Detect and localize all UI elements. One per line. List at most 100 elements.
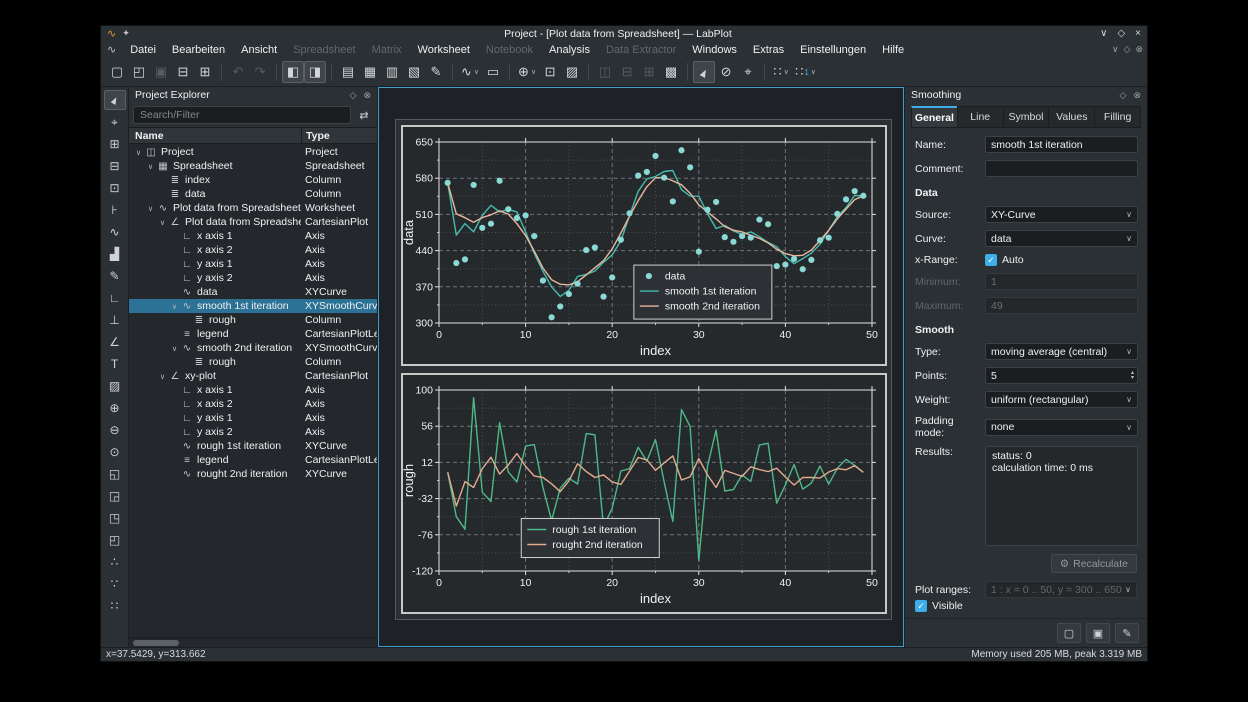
- close-button[interactable]: ×: [1135, 28, 1141, 39]
- tree-row-rough-1st-iteration[interactable]: ∿rough 1st iterationXYCurve: [129, 439, 377, 453]
- add-text-label-tool-button[interactable]: T: [104, 354, 126, 374]
- close-dock-icon[interactable]: ⊗: [363, 90, 371, 101]
- tree-row-rough[interactable]: ≣roughColumn: [129, 313, 377, 327]
- menu-datei[interactable]: Datei: [122, 43, 164, 57]
- scale-auto-x-tool-button[interactable]: ◱: [104, 464, 126, 484]
- print-button[interactable]: ⊟: [172, 61, 194, 83]
- select-tool-button[interactable]: ▲: [104, 90, 126, 110]
- menu-analysis[interactable]: Analysis: [541, 43, 598, 57]
- tree-row-x-axis-1[interactable]: ∟x axis 1Axis: [129, 229, 377, 243]
- menu-hilfe[interactable]: Hilfe: [874, 43, 912, 57]
- navigate-mode-button[interactable]: ⊘: [715, 61, 737, 83]
- crosshair-tool-button[interactable]: ⌖: [104, 112, 126, 132]
- plot2-container[interactable]: 01020304050-120-76-321256100indexroughro…: [401, 373, 887, 614]
- visible-checkbox[interactable]: ✓: [915, 600, 927, 612]
- zoom-select-tool-button[interactable]: ⊞: [104, 134, 126, 154]
- new-project-button[interactable]: ▢: [106, 61, 128, 83]
- scale-auto-tool-button[interactable]: ◳: [104, 508, 126, 528]
- worksheet-page[interactable]: 01020304050300370440510580650indexdatada…: [395, 119, 892, 620]
- plot1-container[interactable]: 01020304050300370440510580650indexdatada…: [401, 125, 887, 366]
- padding-mode-select[interactable]: none ∨: [985, 419, 1138, 436]
- expander-icon[interactable]: ∨: [169, 302, 180, 311]
- source-select[interactable]: XY-Curve ∨: [985, 206, 1138, 223]
- spin-down-icon[interactable]: ▾: [1131, 376, 1134, 381]
- export-worksheet-button[interactable]: ▨: [561, 61, 583, 83]
- tree-row-legend[interactable]: ≡legendCartesianPlotLegend: [129, 327, 377, 341]
- tree-row-spreadsheet[interactable]: ∨▦SpreadsheetSpreadsheet: [129, 159, 377, 173]
- menu-notebook[interactable]: Notebook: [478, 43, 541, 57]
- new-notebook-button[interactable]: ▧: [403, 61, 425, 83]
- scrollbar-thumb[interactable]: [133, 640, 179, 646]
- float-dock-icon[interactable]: ◇: [350, 90, 357, 101]
- expander-icon[interactable]: ∨: [145, 162, 156, 171]
- add-axis-custom-tool-button[interactable]: ∠: [104, 332, 126, 352]
- plot-range-selector-button[interactable]: ∷1∨: [792, 61, 819, 83]
- plot1-canvas[interactable]: 01020304050300370440510580650indexdatada…: [403, 127, 885, 364]
- scale-auto-y-tool-button[interactable]: ◲: [104, 486, 126, 506]
- add-image-tool-button[interactable]: ▨: [104, 376, 126, 396]
- toggle-properties-explorer-button[interactable]: ◨: [304, 61, 326, 83]
- tree-row-plot-data-from-spreadsheet[interactable]: ∨∿Plot data from SpreadsheetWorksheet: [129, 201, 377, 215]
- expander-icon[interactable]: ∨: [157, 372, 168, 381]
- tree-row-x-axis-1[interactable]: ∟x axis 1Axis: [129, 383, 377, 397]
- select-mode-button[interactable]: ▲: [693, 61, 715, 83]
- tree-row-rought-2nd-iteration[interactable]: ∿rought 2nd iterationXYCurve: [129, 467, 377, 481]
- recalculate-button[interactable]: ⚙ Recalculate: [1051, 554, 1137, 573]
- pin-icon[interactable]: ✦: [122, 28, 130, 39]
- mdi-restore-button[interactable]: ∨: [1112, 44, 1119, 55]
- column-header-type[interactable]: Type: [301, 128, 377, 143]
- zoom-in-tool-button[interactable]: ⊕: [104, 398, 126, 418]
- close-dock-icon[interactable]: ⊗: [1133, 90, 1141, 101]
- worksheet-view[interactable]: 01020304050300370440510580650indexdatada…: [378, 87, 904, 647]
- tree-row-legend[interactable]: ≡legendCartesianPlotLegend: [129, 453, 377, 467]
- cartesian-plot-mode-button[interactable]: ∷∨: [770, 61, 792, 83]
- add-xy-curve-tool-button[interactable]: ∿: [104, 222, 126, 242]
- zoom-out-tool-button[interactable]: ⊖: [104, 420, 126, 440]
- mdi-close-button[interactable]: ⊗: [1135, 44, 1143, 55]
- tree-row-index[interactable]: ≣indexColumn: [129, 173, 377, 187]
- zoom-origin-tool-button[interactable]: ⊙: [104, 442, 126, 462]
- fit-to-selection-button[interactable]: ⊡: [539, 61, 561, 83]
- open-project-button[interactable]: ◰: [128, 61, 150, 83]
- name-input[interactable]: [985, 136, 1138, 153]
- tree-row-xy-plot[interactable]: ∨∠xy-plotCartesianPlot: [129, 369, 377, 383]
- curve-select[interactable]: data ∨: [985, 230, 1138, 247]
- search-input[interactable]: [133, 106, 351, 124]
- comment-input[interactable]: [985, 160, 1138, 177]
- shift-right-tool-button[interactable]: ∴: [104, 552, 126, 572]
- window-visibility-button[interactable]: ▩: [660, 61, 682, 83]
- menu-data-extractor[interactable]: Data Extractor: [598, 43, 684, 57]
- save-template-button[interactable]: ▣: [1086, 623, 1110, 643]
- menu-ansicht[interactable]: Ansicht: [233, 43, 285, 57]
- new-spreadsheet-button[interactable]: ▤: [337, 61, 359, 83]
- load-template-button[interactable]: ▢: [1057, 623, 1081, 643]
- type-select[interactable]: moving average (central) ∨: [985, 343, 1138, 360]
- new-workbook-button[interactable]: ▥: [381, 61, 403, 83]
- tree-row-y-axis-1[interactable]: ∟y axis 1Axis: [129, 411, 377, 425]
- menu-spreadsheet[interactable]: Spreadsheet: [285, 43, 363, 57]
- new-datapicker-button[interactable]: ✎: [425, 61, 447, 83]
- expander-icon[interactable]: ∨: [133, 148, 144, 157]
- float-dock-icon[interactable]: ◇: [1120, 90, 1127, 101]
- expander-icon[interactable]: ∨: [145, 204, 156, 213]
- smoothing-titlebar[interactable]: Smoothing ◇ ⊗: [905, 87, 1147, 103]
- titlebar[interactable]: ∿ ✦ Project - [Plot data from Spreadshee…: [101, 26, 1147, 41]
- new-matrix-button[interactable]: ▦: [359, 61, 381, 83]
- shift-left-tool-button[interactable]: ◰: [104, 530, 126, 550]
- new-folder-button[interactable]: ▭: [482, 61, 504, 83]
- points-spinbox[interactable]: ▴ ▾: [985, 367, 1138, 384]
- add-axis-vertical-tool-button[interactable]: ⊥: [104, 310, 126, 330]
- new-worksheet-button[interactable]: ∿∨: [458, 61, 482, 83]
- menu-extras[interactable]: Extras: [745, 43, 792, 57]
- tab-filling[interactable]: Filling: [1094, 106, 1141, 128]
- maximize-button[interactable]: ◇: [1117, 28, 1125, 39]
- cursor-tool-button[interactable]: ⊦: [104, 200, 126, 220]
- points-input[interactable]: [986, 368, 1131, 383]
- tab-symbol[interactable]: Symbol: [1003, 106, 1049, 128]
- print-preview-button[interactable]: ⊞: [194, 61, 216, 83]
- plot-legend[interactable]: rough 1st iterationrought 2nd iteration: [521, 519, 659, 558]
- zoom-select-mode-button[interactable]: ⌖: [737, 61, 759, 83]
- auto-checkbox[interactable]: ✓: [985, 254, 997, 266]
- edit-template-button[interactable]: ✎: [1115, 623, 1139, 643]
- tab-values[interactable]: Values: [1048, 106, 1094, 128]
